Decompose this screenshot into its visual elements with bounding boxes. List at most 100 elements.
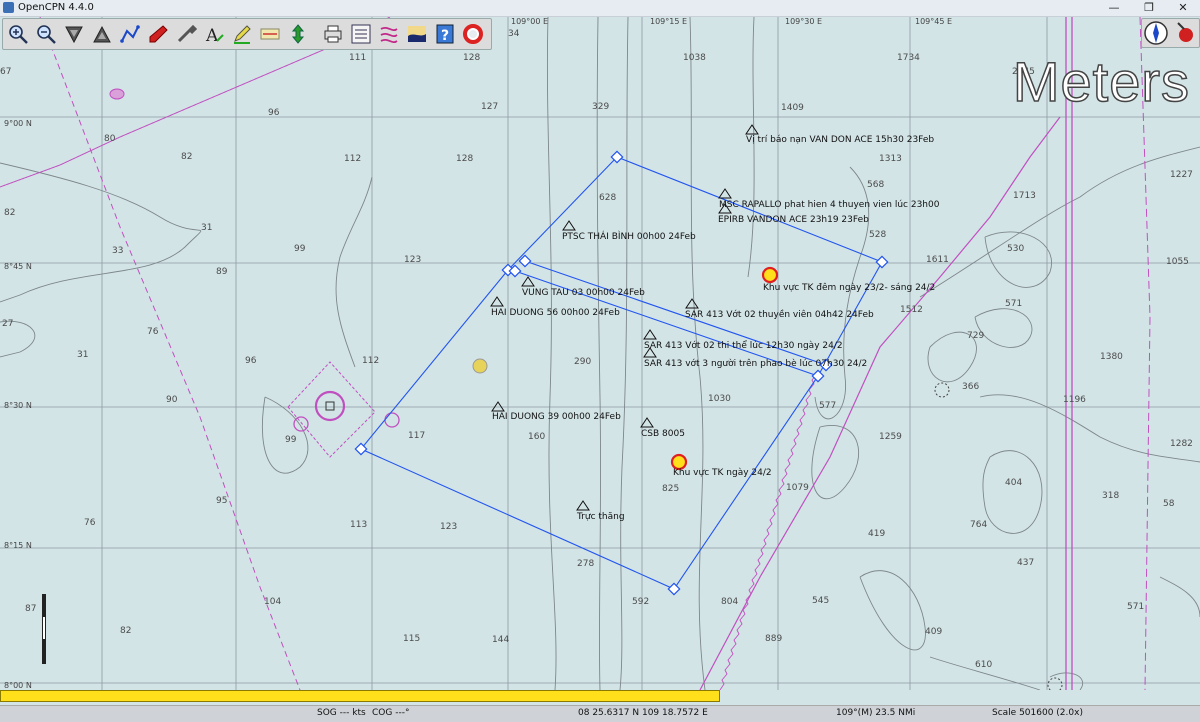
zoom-in-button[interactable] [5,21,30,46]
tide-icon [260,28,279,39]
route-button[interactable] [117,21,142,46]
depth-sounding: 87 [25,604,37,614]
depth-sounding: 571 [1005,299,1023,309]
settings-button[interactable] [173,21,198,46]
drop-mark-button[interactable] [285,21,310,46]
mark-label[interactable]: Trực thăng [577,512,625,523]
depth-sounding: 366 [962,382,980,392]
depth-sounding: 1409 [781,103,804,113]
scale-in-button[interactable] [61,21,86,46]
mark-label[interactable]: EPIRB VANDON ACE 23h19 23Feb [718,215,869,226]
depth-sounding: 825 [662,484,680,494]
progress-bar [0,690,720,702]
lat-label: 8°00 N [4,681,32,690]
mark-label[interactable]: SAR 413 vớt 3 người trên phao bè lúc 07h… [644,359,867,370]
mark-label[interactable]: CSB 8005 [641,429,685,440]
mark-label[interactable]: Khu vực TK ngày 24/2 [673,468,772,479]
app-icon [3,2,14,13]
depth-sounding: 76 [84,518,96,528]
depth-sounding: 144 [492,635,510,645]
depth-sounding: 128 [463,53,481,63]
minimize-button[interactable]: — [1097,0,1131,16]
help-button[interactable]: ? [432,21,457,46]
depth-sounding: 95 [216,496,228,506]
search-area-night-marker [761,266,779,284]
mark-label[interactable]: HAI DUONG 56 00h00 24Feb [491,308,620,319]
mark-label[interactable]: HAI DUONG 39 00h00 24Feb [492,412,621,423]
zoom-in-icon [8,24,28,44]
lat-label: 8°15 N [4,541,32,550]
mob-button[interactable] [460,21,485,46]
compass-widget[interactable] [1141,18,1200,48]
depth-sounding: 96 [268,108,280,118]
restore-button[interactable]: ❐ [1132,0,1166,16]
svg-text:?: ? [441,28,449,44]
title-bar: OpenCPN 4.4.0 — ❐ ✕ [0,0,1200,17]
print-button[interactable] [320,21,345,46]
text-icon: A [205,26,224,45]
depth-sounding: 1055 [1166,257,1189,267]
scale-out-icon [92,25,111,42]
mark-label[interactable]: MSC RAPALLO phat hien 4 thuyen vien lúc … [719,200,939,211]
depth-sounding: 96 [245,356,257,366]
window-title: OpenCPN 4.4.0 [18,2,94,13]
depth-contours [0,17,1200,690]
depth-sounding: 545 [812,596,830,606]
pencil-icon [233,24,251,44]
depth-sounding: 419 [868,529,886,539]
lon-label: 109°00 E [511,17,549,26]
text-button[interactable]: A [201,21,226,46]
depth-sounding: 27 [2,319,14,329]
depth-sounding: 33 [112,246,124,256]
route-icon [119,24,140,43]
wrench-icon [177,24,197,42]
close-button[interactable]: ✕ [1166,0,1200,16]
zoom-out-button[interactable] [33,21,58,46]
depth-sounding: 318 [1102,491,1120,501]
depth-sounding: 31 [77,350,89,360]
track-button[interactable] [376,21,401,46]
restricted-area [109,88,400,458]
mark-label[interactable]: SAR 413 Vớt 02 thuyền viên 04h42 24Feb [685,310,874,321]
mark-label[interactable]: VUNG TAU 03 00h00 24Feb [522,288,645,299]
auto-follow-button[interactable] [145,21,170,46]
depth-sounding: 82 [120,626,132,636]
depth-sounding: 127 [481,102,499,112]
mark-label[interactable]: Khu vực TK đêm ngày 23/2- sáng 24/2 [763,283,935,294]
mark-label[interactable]: PTSC THÁI BÌNH 00h00 24Feb [562,232,696,243]
depth-sounding: 1030 [708,394,731,404]
depth-sounding: 1734 [897,53,920,63]
color-scheme-button[interactable] [404,21,429,46]
depth-sounding: 90 [166,395,178,405]
depth-sounding: 628 [599,193,617,203]
depth-sounding: 34 [508,29,520,39]
depth-sounding: 117 [408,431,426,441]
mark-label[interactable]: Vị trí báo nạn VAN DON ACE 15h30 23Feb [746,135,934,146]
scale-in-icon [64,26,83,43]
chart-scale: Scale 501600 (2.0x) [992,708,1083,718]
depth-sounding: 128 [456,154,474,164]
current-button[interactable] [229,21,254,46]
tides-button[interactable] [257,21,282,46]
scale-out-button[interactable] [89,21,114,46]
depth-sounding: 577 [819,401,837,411]
route-manager-button[interactable] [348,21,373,46]
depth-sounding: 290 [574,357,592,367]
scale-bar [42,594,46,664]
depth-sounding: 1380 [1100,352,1123,362]
depth-sounding: 889 [765,634,783,644]
compass-icon [1144,21,1193,45]
lon-label: 109°15 E [650,17,688,26]
depth-sounding: 729 [967,331,985,341]
depth-sounding: 1196 [1063,395,1086,405]
depth-sounding: 1713 [1013,191,1036,201]
sog-readout: SOG --- kts [317,708,366,718]
mark-label[interactable]: SAR 413 Vớt 02 thi thể lúc 12h30 ngày 24… [644,341,843,352]
depth-sounding: 1259 [879,432,902,442]
depth-sounding: 58 [1163,499,1175,509]
depth-sounding: 610 [975,660,993,670]
lon-label: 109°45 E [915,17,953,26]
wreck-symbol [472,358,488,374]
chart-canvas[interactable]: 9°00 N 8°45 N 8°30 N 8°15 N 8°00 N 109°0… [0,17,1200,690]
depth-sounding: 1282 [1170,439,1193,449]
